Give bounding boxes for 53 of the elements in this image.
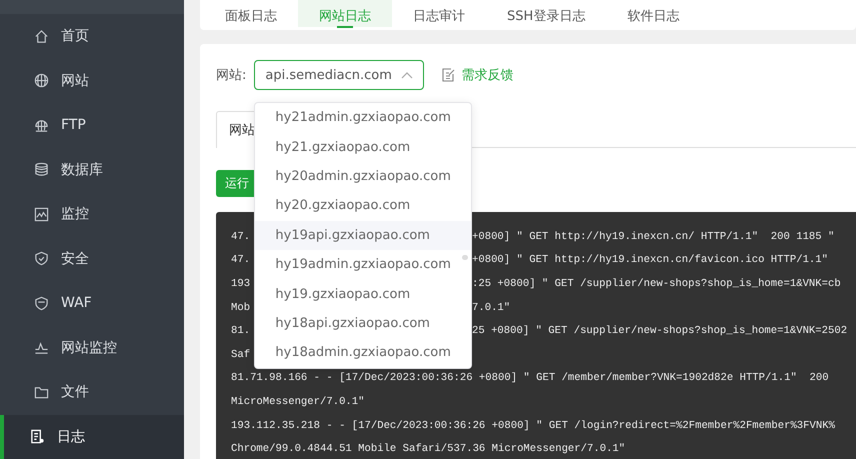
sidebar-item[interactable]: 文件: [0, 370, 184, 414]
dropdown-option[interactable]: hy20admin.gzxiaopao.com: [255, 162, 472, 192]
edit-icon: [442, 68, 456, 82]
sidebar-item[interactable]: 首页: [0, 14, 184, 58]
log-text: 193: [231, 278, 250, 290]
shield-icon: [34, 251, 49, 266]
scrollbar-thumb[interactable]: [462, 255, 468, 260]
log-text: +0800] " GET http://hy19.inexcn.cn/favicon.ico HTTP/1.1": [472, 254, 828, 266]
log-text: 193.112.35.218 - - [17/Dec/2023:00:36:26 +0800] " GET /login?redirect=%2Fmember%2Fmember%3FVNK%: [231, 420, 835, 432]
sidebar-item[interactable]: 网站: [0, 58, 184, 103]
shield-icon: [34, 296, 49, 311]
sidebar-item[interactable]: 日志: [0, 414, 184, 459]
sidebar-item[interactable]: 数据库: [0, 148, 184, 192]
log-text: 25 +0800] " GET /supplier/new-shops?shop_is_home=1&VNK=2502: [472, 325, 848, 338]
dropdown-option[interactable]: hy21.gzxiaopao.com: [255, 132, 472, 162]
site-select[interactable]: api.semediacn.com: [254, 60, 424, 90]
caret-icon: [401, 71, 414, 79]
sidebar-item[interactable]: FTP: [0, 103, 184, 148]
house-icon: [34, 28, 49, 44]
document-icon: [30, 429, 45, 444]
tab[interactable]: 面板日志: [204, 0, 298, 30]
log-text: MicroMessenger/7.0.1": [231, 396, 365, 408]
field-label: 网站:: [216, 67, 246, 84]
dropdown-option[interactable]: hy21admin.gzxiaopao.com: [255, 103, 472, 132]
dropdown-option[interactable]: hy19admin.gzxiaopao.com: [255, 250, 472, 280]
sidebar-item[interactable]: 安全: [0, 236, 184, 281]
dropdown-option[interactable]: hy18admin.gzxiaopao.com: [255, 338, 472, 368]
database-icon: [34, 162, 49, 178]
dropdown-option[interactable]: hy18api.gzxiaopao.com: [255, 308, 472, 338]
log-text: Chrome/99.0.4844.51 Mobile Safari/537.36 MicroMessenger/7.0.1": [231, 443, 626, 456]
tab[interactable]: 软件日志: [606, 0, 700, 30]
log-text: 81.: [231, 325, 250, 338]
log-text: Saf: [231, 348, 250, 361]
log-text: :25 +0800] " GET /supplier/new-shops?shop_is_home=1&VNK=cb: [472, 278, 841, 290]
dropdown-option[interactable]: hy19.gzxiaopao.com: [255, 279, 472, 309]
dropdown-option[interactable]: hy20.gzxiaopao.com: [255, 191, 472, 221]
log-text: Mob: [231, 302, 250, 314]
sidebar-item[interactable]: 网站监控: [0, 326, 184, 370]
dropdown-option[interactable]: hy19api.gzxiaopao.com: [255, 220, 472, 250]
log-text: +0800] " GET http://hy19.inexcn.cn/ HTTP/1.1" 200 1185 ": [472, 230, 834, 243]
log-text: 81.71.98.166 - - [17/Dec/2023:00:36:26 +0800] " GET /member/member?VNK=1902d82e HTTP/1.1" 200: [231, 372, 829, 384]
tab[interactable]: SSH登录日志: [486, 0, 606, 30]
tab[interactable]: 日志审计: [392, 0, 486, 30]
sidebar-item[interactable]: WAF: [0, 281, 184, 326]
log-text: 47.: [231, 230, 250, 243]
pulse-icon: [34, 340, 49, 356]
chart-icon: [34, 206, 49, 222]
globe-icon: [34, 73, 49, 88]
folder-icon: [34, 384, 49, 400]
log-text: 47.: [231, 254, 250, 266]
sidebar-item[interactable]: 监控: [0, 192, 184, 236]
log-text: 7.0.1": [472, 302, 510, 314]
globe-icon: [34, 118, 49, 133]
